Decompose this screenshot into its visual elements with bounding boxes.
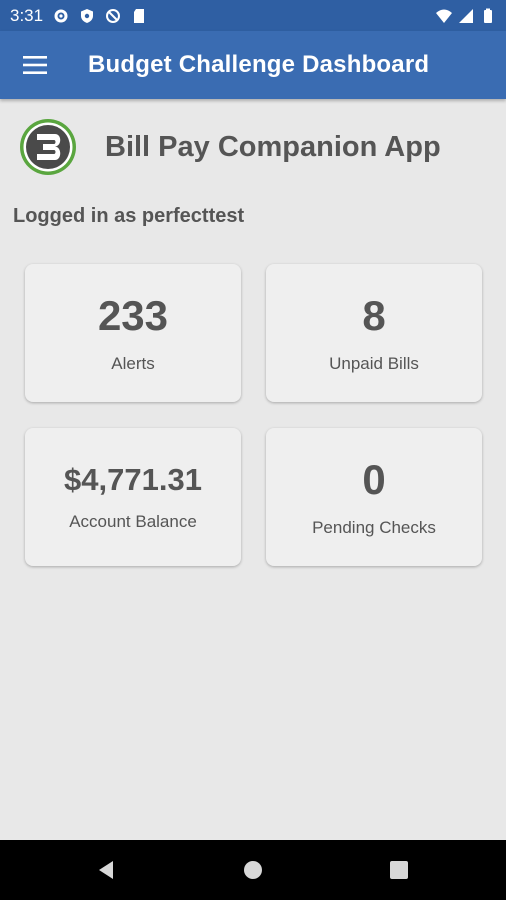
logged-in-label: Logged in as perfecttest xyxy=(13,205,245,227)
pending-checks-card[interactable]: 0 Pending Checks xyxy=(266,428,482,566)
alerts-card[interactable]: 233 Alerts xyxy=(25,264,241,402)
recents-button[interactable] xyxy=(326,840,472,900)
system-nav-bar xyxy=(0,840,506,900)
data-saver-icon xyxy=(106,8,121,23)
home-icon xyxy=(244,861,262,879)
signal-icon xyxy=(459,8,473,23)
sd-card-icon xyxy=(134,8,145,23)
account-balance-card[interactable]: $4,771.31 Account Balance xyxy=(25,428,241,566)
app-bar-title: Budget Challenge Dashboard xyxy=(88,51,430,78)
home-button[interactable] xyxy=(180,840,326,900)
settings-icon xyxy=(54,9,68,22)
pending-checks-label: Pending Checks xyxy=(312,518,436,537)
unpaid-bills-label: Unpaid Bills xyxy=(329,354,419,373)
back-button[interactable] xyxy=(34,840,180,900)
unpaid-bills-card[interactable]: 8 Unpaid Bills xyxy=(266,264,482,402)
back-icon xyxy=(99,861,113,879)
budget-challenge-logo xyxy=(20,119,76,175)
account-balance-label: Account Balance xyxy=(69,512,197,531)
app-header: Bill Pay Companion App xyxy=(18,116,441,178)
unpaid-bills-count: 8 xyxy=(362,292,386,339)
status-time: 3:31 xyxy=(10,5,44,25)
menu-button[interactable] xyxy=(0,31,70,99)
shield-icon xyxy=(81,8,94,23)
status-bar: 3:31 xyxy=(0,0,506,31)
app-bar: Budget Challenge Dashboard xyxy=(0,31,506,99)
alerts-count: 233 xyxy=(97,292,169,339)
alerts-label: Alerts xyxy=(111,354,155,373)
pending-checks-count: 0 xyxy=(362,456,386,503)
page-title: Bill Pay Companion App xyxy=(105,130,441,163)
battery-icon xyxy=(484,8,492,23)
recents-icon xyxy=(390,861,408,879)
wifi-icon xyxy=(436,9,452,23)
account-balance-value: $4,771.31 xyxy=(64,462,202,497)
hamburger-menu-icon xyxy=(23,56,47,74)
